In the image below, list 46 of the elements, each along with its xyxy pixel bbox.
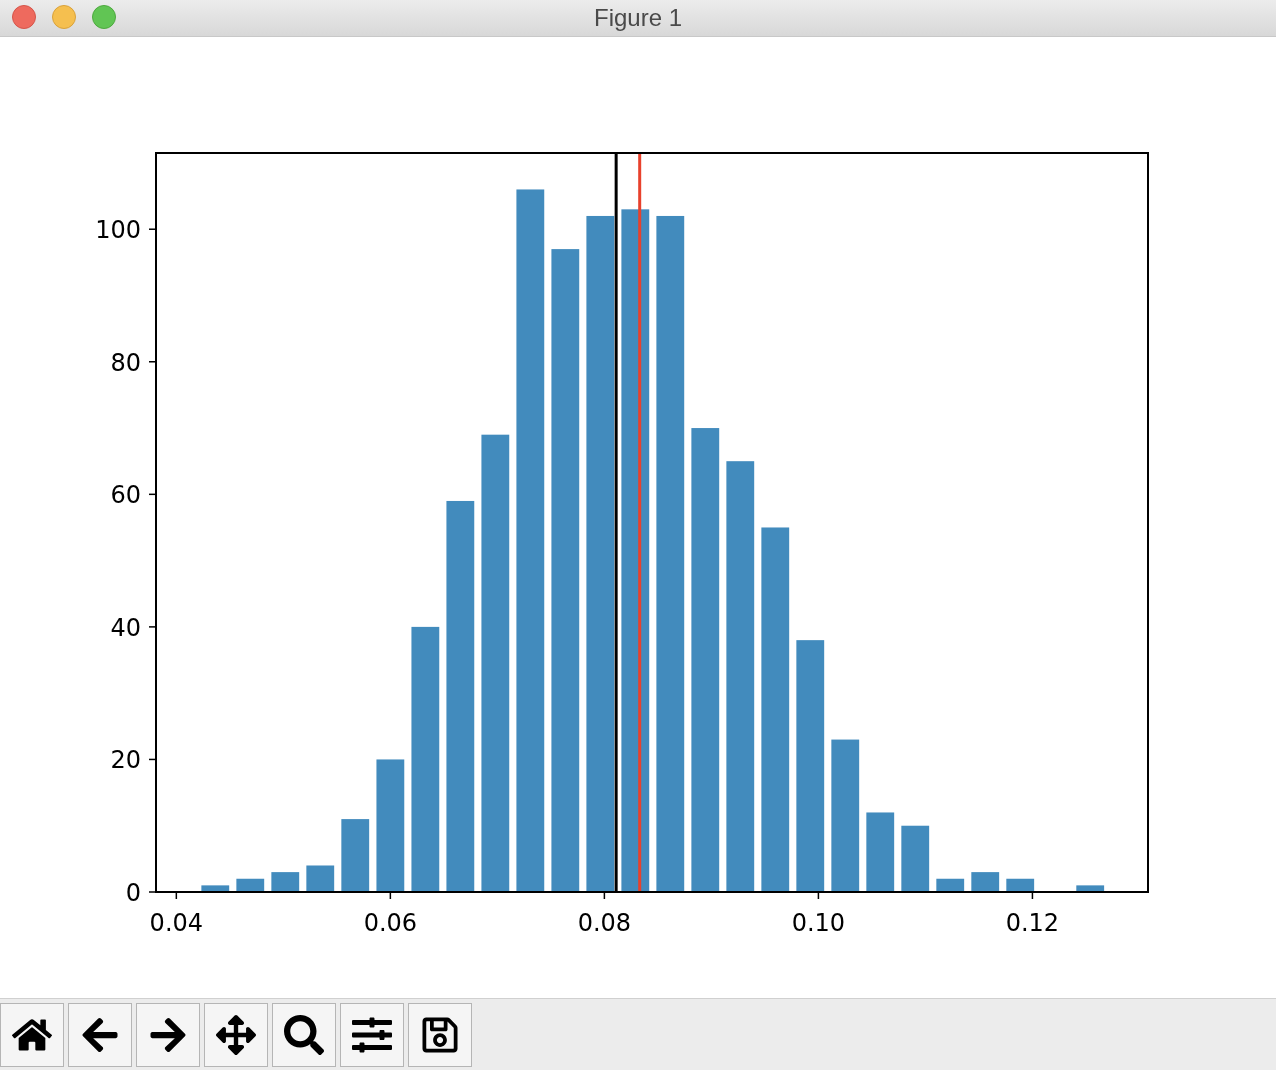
tick-mark <box>148 228 157 230</box>
tick-label: 60 <box>110 481 141 510</box>
bar <box>936 878 965 892</box>
tick-mark <box>148 626 157 628</box>
bar <box>201 885 230 892</box>
tick-mark <box>148 361 157 363</box>
back-arrow-icon <box>80 1015 120 1055</box>
tick-label: 0.12 <box>1005 909 1060 937</box>
bar <box>271 872 300 892</box>
back-arrow-button[interactable] <box>68 1003 132 1067</box>
bar <box>236 878 265 892</box>
tick-mark <box>148 493 157 496</box>
tick-label: 0.10 <box>791 909 846 937</box>
bar <box>971 872 1000 892</box>
bar <box>1076 885 1105 892</box>
window-title: Figure 1 <box>593 3 682 33</box>
bar <box>306 865 335 892</box>
tick-label: 0.06 <box>363 909 418 937</box>
forward-arrow-icon <box>148 1015 188 1055</box>
tick-label: 0.04 <box>149 909 204 937</box>
home-button[interactable] <box>0 1003 64 1067</box>
tick-mark <box>817 891 820 900</box>
close-icon[interactable] <box>12 5 36 29</box>
bar <box>1006 878 1035 892</box>
tick-label: 0 <box>125 879 141 907</box>
tick-mark <box>148 891 157 893</box>
search-icon <box>284 1015 324 1055</box>
move-button[interactable] <box>204 1003 268 1067</box>
tick-mark <box>148 758 157 761</box>
forward-arrow-button[interactable] <box>136 1003 200 1067</box>
tick-label: 80 <box>110 348 141 377</box>
tick-mark <box>603 891 606 900</box>
bar <box>901 825 930 892</box>
tick-mark <box>389 891 392 900</box>
tick-label: 20 <box>110 746 141 775</box>
tick-label: 40 <box>110 613 141 642</box>
tick-label: 0.08 <box>577 909 632 937</box>
save-button[interactable] <box>408 1003 472 1067</box>
save-icon <box>420 1015 460 1055</box>
tick-mark <box>1031 891 1034 900</box>
tick-mark <box>175 891 178 900</box>
search-button[interactable] <box>272 1003 336 1067</box>
move-icon <box>216 1015 256 1055</box>
sliders-button[interactable] <box>340 1003 404 1067</box>
tick-label: 100 <box>95 216 141 245</box>
sliders-icon <box>352 1015 392 1055</box>
